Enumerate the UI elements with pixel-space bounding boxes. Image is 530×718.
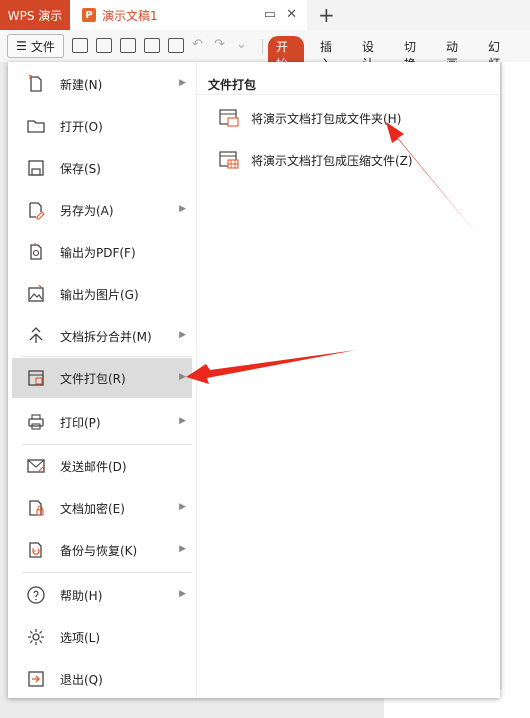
- file-menu-label: 文件: [30, 39, 55, 54]
- folder-open-icon: [26, 116, 46, 136]
- pack-to-folder-label: 将演示文档打包成文件夹(H): [251, 111, 402, 126]
- backup-icon: [26, 540, 46, 560]
- gear-icon: [26, 627, 46, 647]
- submenu-header: 文件打包: [208, 78, 257, 92]
- menu-separator: [22, 444, 192, 445]
- menu-item-export-image[interactable]: 输出为图片(G): [12, 274, 192, 314]
- menu-item-save-as[interactable]: 另存为(A) ▶: [12, 190, 192, 230]
- menu-item-label: 另存为(A): [60, 203, 114, 218]
- menu-item-label: 打开(O): [60, 119, 103, 134]
- app-tab-label: WPS 演示: [7, 8, 63, 23]
- package-submenu: 文件打包 将演示文档打包成文件夹(H) 将演示文档打包成压缩文件(Z): [196, 62, 501, 698]
- save-icon: [26, 158, 46, 178]
- menu-item-label: 选项(L): [60, 630, 101, 645]
- print-icon[interactable]: [144, 38, 160, 53]
- menu-item-send-mail[interactable]: 发送邮件(D): [12, 446, 192, 486]
- menu-item-label: 备份与恢复(K): [60, 543, 138, 558]
- menu-separator: [22, 356, 192, 357]
- encrypt-icon: [26, 498, 46, 518]
- file-menu-list: 新建(N) ▶ 打开(O) 保存(S) 另存为(A) ▶ 输出为PDF(F) 输…: [8, 62, 196, 698]
- pack-to-zip-label: 将演示文档打包成压缩文件(Z): [251, 153, 413, 168]
- exit-icon: [26, 669, 46, 689]
- submenu-arrow-icon: ▶: [179, 544, 186, 554]
- submenu-arrow-icon: ▶: [179, 502, 186, 512]
- submenu-arrow-icon: ▶: [179, 372, 186, 382]
- menu-item-options[interactable]: 选项(L): [12, 617, 192, 657]
- submenu-arrow-icon: ▶: [179, 589, 186, 599]
- menu-item-label: 文档拆分合并(M): [60, 329, 152, 344]
- mail-icon: [26, 456, 46, 476]
- file-menu-button[interactable]: ☰ 文件: [7, 34, 64, 58]
- menu-item-split-merge[interactable]: 文档拆分合并(M) ▶: [12, 316, 192, 356]
- undo-icon[interactable]: ↶: [192, 38, 206, 51]
- menu-item-encrypt[interactable]: 文档加密(E) ▶: [12, 488, 192, 528]
- menu-item-label: 文件打包(R): [60, 371, 126, 386]
- pack-folder-icon: [219, 109, 239, 127]
- menu-item-label: 输出为PDF(F): [60, 245, 136, 260]
- slide-area: [502, 62, 530, 718]
- new-file-icon: [26, 74, 46, 94]
- document-tab[interactable]: P 演示文稿1 ▭ ✕: [70, 0, 307, 30]
- save-as-icon: [26, 200, 46, 220]
- menu-item-label: 新建(N): [60, 77, 103, 92]
- pack-to-folder-item[interactable]: 将演示文档打包成文件夹(H): [219, 106, 401, 130]
- print-preview-icon[interactable]: [168, 38, 184, 53]
- help-icon: [26, 585, 46, 605]
- menu-item-label: 帮助(H): [60, 588, 103, 603]
- export-icon[interactable]: [120, 38, 136, 53]
- submenu-arrow-icon: ▶: [179, 78, 186, 88]
- toolbar-divider: [262, 39, 263, 54]
- menu-item-export-pdf[interactable]: 输出为PDF(F): [12, 232, 192, 272]
- menu-item-label: 保存(S): [60, 161, 101, 176]
- menu-item-label: 打印(P): [60, 415, 101, 430]
- submenu-divider: [197, 94, 501, 95]
- menu-item-label: 输出为图片(G): [60, 287, 139, 302]
- menu-item-package[interactable]: 文件打包(R) ▶: [12, 358, 192, 398]
- menu-item-exit[interactable]: 退出(Q): [12, 659, 192, 699]
- menu-item-label: 发送邮件(D): [60, 459, 127, 474]
- file-menu: 新建(N) ▶ 打开(O) 保存(S) 另存为(A) ▶ 输出为PDF(F) 输…: [8, 62, 501, 698]
- document-tab-title: 演示文稿1: [102, 8, 158, 23]
- package-icon: [26, 368, 46, 388]
- customize-dropdown-icon[interactable]: ⌄: [236, 38, 250, 51]
- menu-item-save[interactable]: 保存(S): [12, 148, 192, 188]
- split-merge-icon: [26, 326, 46, 346]
- toolbar: ☰ 文件 ↶ ↷ ⌄ 开始 插入 设计 切换 动画 幻灯: [0, 30, 530, 74]
- app-tab[interactable]: WPS 演示: [0, 0, 70, 30]
- title-bar: WPS 演示 P 演示文稿1 ▭ ✕ +: [0, 0, 530, 30]
- image-export-icon: [26, 284, 46, 304]
- pack-to-zip-item[interactable]: 将演示文档打包成压缩文件(Z): [219, 148, 413, 172]
- menu-item-new[interactable]: 新建(N) ▶: [12, 64, 192, 104]
- hamburger-icon: ☰: [16, 39, 27, 53]
- menu-item-backup[interactable]: 备份与恢复(K) ▶: [12, 530, 192, 570]
- close-tab-icon[interactable]: ✕: [286, 7, 297, 22]
- window-restore-icon[interactable]: ▭: [264, 7, 276, 22]
- submenu-arrow-icon: ▶: [179, 204, 186, 214]
- menu-item-label: 文档加密(E): [60, 501, 125, 516]
- menu-item-print[interactable]: 打印(P) ▶: [12, 402, 192, 442]
- new-tab-button[interactable]: +: [318, 3, 335, 27]
- pack-zip-icon: [219, 151, 239, 169]
- presentation-file-icon: P: [82, 8, 96, 22]
- redo-icon[interactable]: ↷: [214, 38, 228, 51]
- pdf-export-icon: [26, 242, 46, 262]
- submenu-arrow-icon: ▶: [179, 416, 186, 426]
- open-icon[interactable]: [72, 38, 88, 53]
- menu-item-open[interactable]: 打开(O): [12, 106, 192, 146]
- menu-separator: [22, 572, 192, 573]
- menu-item-help[interactable]: 帮助(H) ▶: [12, 575, 192, 615]
- save-icon[interactable]: [96, 38, 112, 53]
- printer-icon: [26, 412, 46, 432]
- menu-item-label: 退出(Q): [60, 672, 103, 687]
- submenu-arrow-icon: ▶: [179, 330, 186, 340]
